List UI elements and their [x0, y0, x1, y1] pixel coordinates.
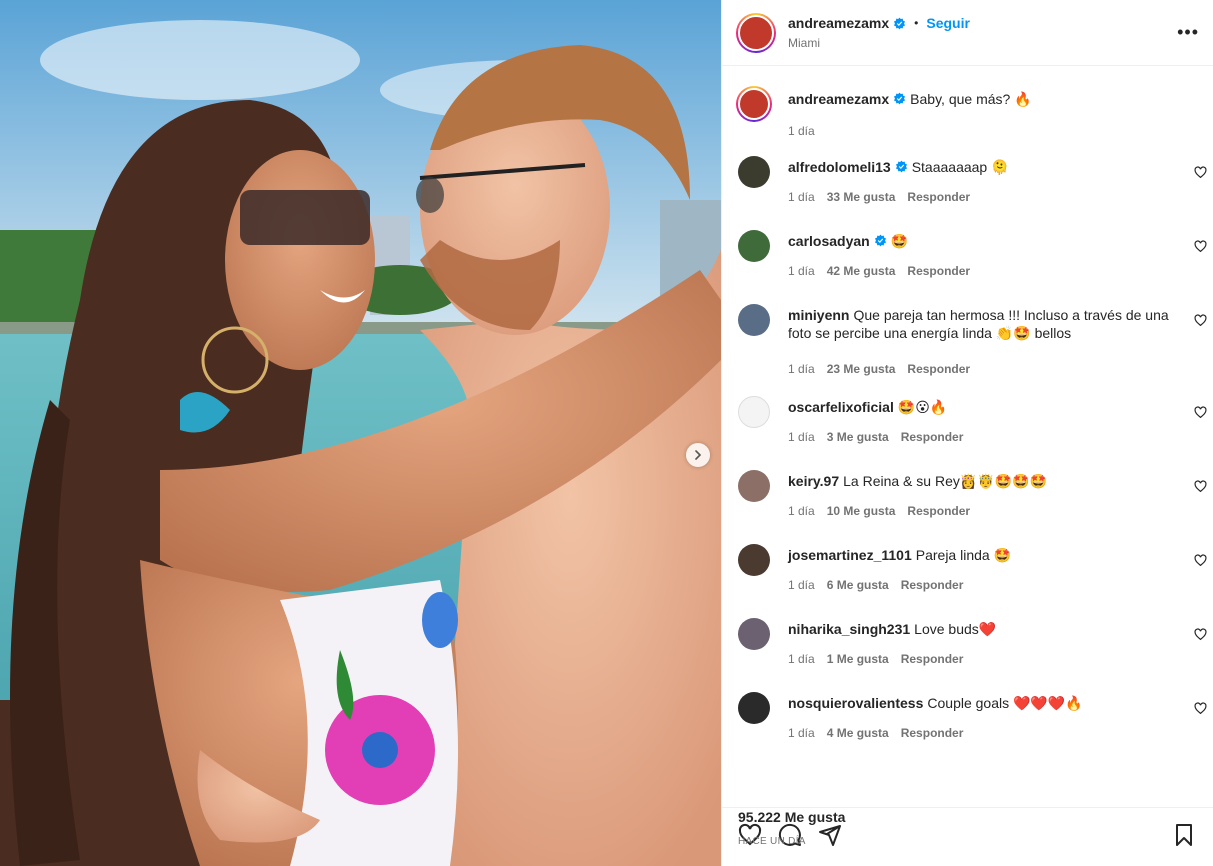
comment-likes[interactable]: 4 Me gusta: [827, 726, 889, 740]
comment-time[interactable]: 1 día: [788, 504, 815, 518]
comment-text: La Reina & su Rey👸🤴🤩🤩🤩: [843, 473, 1048, 489]
comments-list[interactable]: andreamezamx Baby, que más? 🔥 1 día alfre…: [722, 66, 1213, 808]
comment-time[interactable]: 1 día: [788, 362, 815, 376]
comment-time[interactable]: 1 día: [788, 726, 815, 740]
comment-likes[interactable]: 6 Me gusta: [827, 578, 889, 592]
comment-username[interactable]: miniyenn: [788, 307, 849, 323]
comment-username[interactable]: oscarfelixoficial: [788, 399, 894, 415]
comment-time[interactable]: 1 día: [788, 578, 815, 592]
share-icon[interactable]: [818, 823, 842, 847]
comment-likes[interactable]: 23 Me gusta: [827, 362, 896, 376]
post-details-panel: andreamezamx • Seguir Miami ••• andreame…: [721, 0, 1213, 866]
reply-button[interactable]: Responder: [907, 264, 970, 278]
comment-likes[interactable]: 10 Me gusta: [827, 504, 896, 518]
separator-dot: •: [914, 16, 919, 30]
comment-text: 🤩😮🔥: [897, 399, 948, 415]
follow-button[interactable]: Seguir: [926, 15, 970, 31]
author-username[interactable]: andreamezamx: [788, 15, 889, 31]
commenter-avatar[interactable]: [738, 396, 770, 428]
comment-row: miniyenn Que pareja tan hermosa !!! Inclu…: [736, 304, 1213, 378]
post-location[interactable]: Miami: [788, 36, 970, 50]
comment-username[interactable]: nosquierovalientess: [788, 695, 923, 711]
reply-button[interactable]: Responder: [907, 504, 970, 518]
comment-likes[interactable]: 3 Me gusta: [827, 430, 889, 444]
commenter-avatar[interactable]: [738, 692, 770, 724]
reply-button[interactable]: Responder: [907, 190, 970, 204]
next-photo-button[interactable]: [686, 443, 710, 467]
commenter-avatar[interactable]: [738, 544, 770, 576]
like-comment-heart-icon[interactable]: [1194, 554, 1207, 567]
comment-time[interactable]: 1 día: [788, 264, 815, 278]
verified-badge-icon: [874, 234, 886, 247]
comment-text: Love buds❤️: [914, 621, 997, 637]
save-icon[interactable]: [1172, 823, 1196, 847]
like-comment-heart-icon[interactable]: [1194, 480, 1207, 493]
reply-button[interactable]: Responder: [901, 726, 964, 740]
comment-username[interactable]: alfredolomeli13: [788, 159, 891, 175]
comment-text: Couple goals ❤️❤️❤️🔥: [927, 695, 1083, 711]
like-comment-heart-icon[interactable]: [1194, 240, 1207, 253]
more-options-icon[interactable]: •••: [1177, 22, 1199, 43]
commenter-avatar[interactable]: [738, 470, 770, 502]
comment-username[interactable]: keiry.97: [788, 473, 839, 489]
comment-row: keiry.97 La Reina & su Rey👸🤴🤩🤩🤩 1 día 10 Me…: [736, 470, 1213, 544]
post-caption: andreamezamx Baby, que más? 🔥 1 día: [736, 86, 1213, 160]
verified-badge-icon: [895, 160, 907, 173]
comment-row: carlosadyan 🤩 1 día 42 Me gusta Responder: [736, 230, 1213, 304]
likes-count[interactable]: 95.222 Me gusta: [738, 809, 845, 825]
comment-username[interactable]: carlosadyan: [788, 233, 870, 249]
comment-likes[interactable]: 42 Me gusta: [827, 264, 896, 278]
post-header: andreamezamx • Seguir Miami •••: [722, 0, 1213, 66]
caption-username[interactable]: andreamezamx: [788, 91, 889, 107]
comment-row: oscarfelixoficial 🤩😮🔥 1 día 3 Me gusta Respo…: [736, 396, 1213, 470]
author-avatar[interactable]: [736, 12, 776, 53]
caption-text: Baby, que más? 🔥: [910, 91, 1032, 107]
comment-text: 🤩: [890, 233, 909, 249]
comment-time[interactable]: 1 día: [788, 652, 815, 666]
comment-row: niharika_singh231 Love buds❤️ 1 día 1 Me gu…: [736, 618, 1213, 692]
comment-likes[interactable]: 33 Me gusta: [827, 190, 896, 204]
like-comment-heart-icon[interactable]: [1194, 166, 1207, 179]
comment-time[interactable]: 1 día: [788, 430, 815, 444]
comment-username[interactable]: niharika_singh231: [788, 621, 910, 637]
verified-badge-icon: [894, 17, 906, 29]
chevron-right-icon: [695, 450, 702, 460]
reply-button[interactable]: Responder: [901, 652, 964, 666]
comment-text: Staaaaaaap 🫠: [911, 159, 1009, 175]
like-comment-heart-icon[interactable]: [1194, 406, 1207, 419]
comment-text: Pareja linda 🤩: [915, 547, 1012, 563]
like-comment-heart-icon[interactable]: [1194, 702, 1207, 715]
post-media[interactable]: [0, 0, 721, 866]
commenter-avatar[interactable]: [738, 304, 770, 336]
commenter-avatar[interactable]: [738, 618, 770, 650]
like-comment-heart-icon[interactable]: [1194, 628, 1207, 641]
comment-row: alfredolomeli13 Staaaaaaap 🫠 1 día 33 Me gu…: [736, 156, 1213, 230]
comment-likes[interactable]: 1 Me gusta: [827, 652, 889, 666]
comment-row: josemartinez_1101 Pareja linda 🤩 1 día 6 Me…: [736, 544, 1213, 618]
reply-button[interactable]: Responder: [901, 430, 964, 444]
reply-button[interactable]: Responder: [907, 362, 970, 376]
commenter-avatar[interactable]: [738, 230, 770, 262]
comment-username[interactable]: josemartinez_1101: [788, 547, 912, 563]
caption-avatar[interactable]: [736, 86, 772, 122]
post-date[interactable]: HACE UN DÍA: [738, 836, 806, 847]
post-photo: [0, 0, 721, 866]
caption-time[interactable]: 1 día: [788, 124, 815, 138]
instagram-post-view: andreamezamx • Seguir Miami ••• andreame…: [0, 0, 1213, 866]
comment-time[interactable]: 1 día: [788, 190, 815, 204]
comment-row: nosquierovalientess Couple goals ❤️❤️❤️🔥 1…: [736, 692, 1213, 766]
like-comment-heart-icon[interactable]: [1194, 314, 1207, 327]
verified-badge-icon: [894, 92, 906, 105]
reply-button[interactable]: Responder: [901, 578, 964, 592]
commenter-avatar[interactable]: [738, 156, 770, 188]
